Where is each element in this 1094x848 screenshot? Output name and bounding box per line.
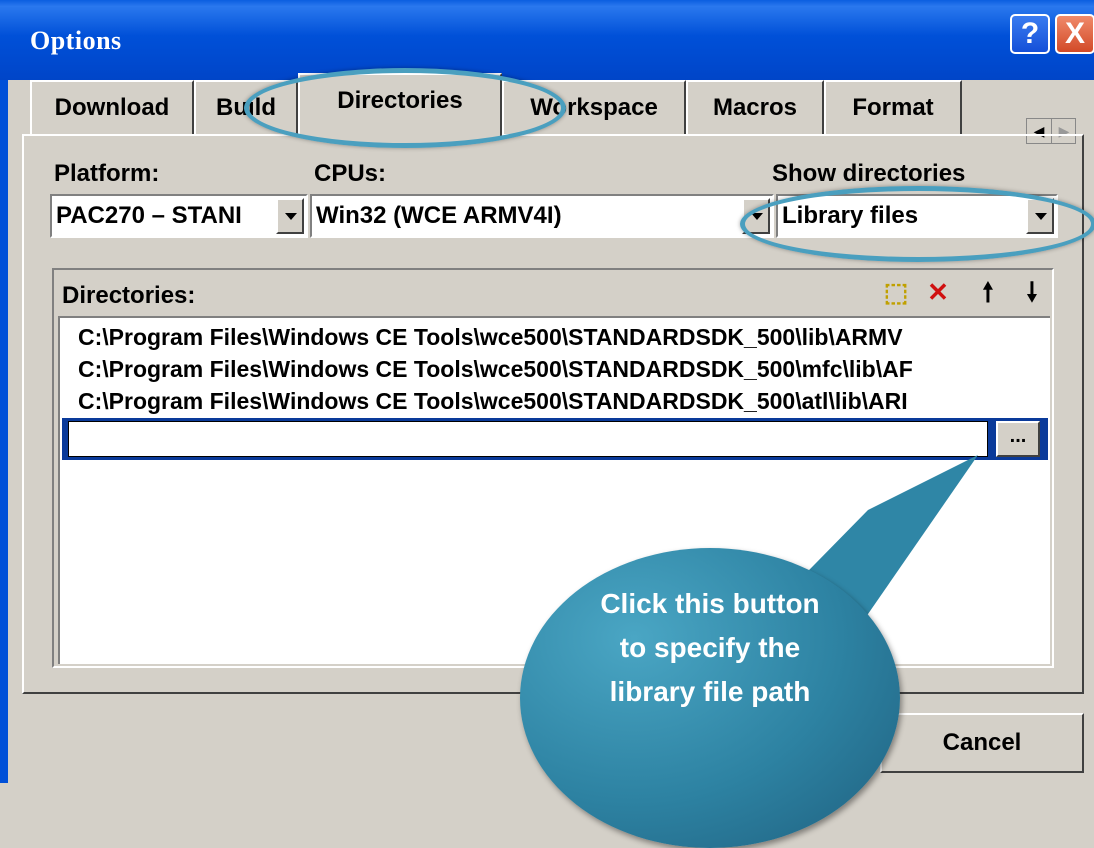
callout-line-3: library file path — [609, 676, 811, 707]
callout-line-1: Click this button — [600, 588, 820, 619]
callout-line-2: to specify the — [619, 632, 801, 663]
callout-text: Click this button to specify the library… — [560, 582, 860, 714]
